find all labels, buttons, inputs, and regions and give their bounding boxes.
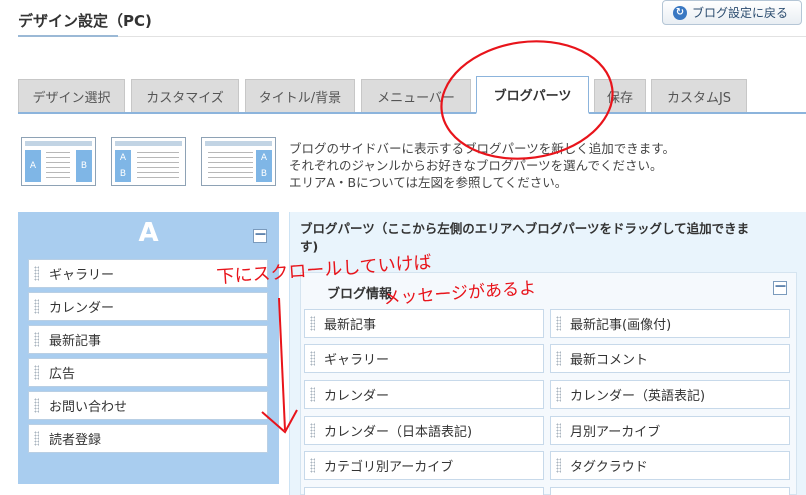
item-label: 最新コメント [570,353,649,368]
item-label: お問い合わせ [49,400,128,415]
area-a-item-ads[interactable]: 広告 [28,358,268,387]
item-label: 最新記事(画像付) [570,318,672,333]
layout-diagram-ab-sides: A B [21,137,96,186]
diagram-content-lines [46,152,70,181]
drag-handle-icon[interactable] [556,316,561,331]
area-a-item-contact[interactable]: お問い合わせ [28,391,268,420]
drag-handle-icon[interactable] [34,332,39,347]
drag-handle-icon[interactable] [34,431,39,446]
part-calendar-english[interactable]: カレンダー（英語表記) [550,380,790,409]
item-label: カレンダー [49,301,115,316]
item-label: タグクラウド [570,460,648,475]
drag-handle-icon[interactable] [556,351,561,366]
title-divider [118,36,806,37]
drag-handle-icon[interactable] [34,299,39,314]
panel-title-line: ブログパーツ（ここから左側のエリアへブログパーツをドラッグして追加できま [300,221,750,236]
red-arrow-line [278,297,286,431]
area-a-item-recent-posts[interactable]: 最新記事 [28,325,268,354]
part-recent-posts[interactable]: 最新記事 [304,309,544,338]
tab-customize[interactable]: カスタマイズ [131,79,239,112]
drag-handle-icon[interactable] [34,266,39,281]
item-label: 月別アーカイブ [570,425,661,440]
diagram-area-a: A [260,153,268,163]
tab-design-select[interactable]: デザイン選択 [18,79,125,112]
part-calendar[interactable]: カレンダー [304,380,544,409]
part-recent-comments[interactable]: 最新コメント [550,344,790,373]
drag-handle-icon[interactable] [556,387,561,402]
drag-handle-icon[interactable] [310,423,315,438]
drag-handle-icon[interactable] [310,316,315,331]
diagram-area-ab: A B [256,150,272,182]
description-line: ブログのサイドバーに表示するブログパーツを新しく追加できます。 [289,141,676,156]
area-a-panel: A － ギャラリー カレンダー 最新記事 広告 お問い合わせ 読者登録 [18,212,279,484]
diagram-area-a: A [25,150,41,182]
back-arrow-icon: ↻ [673,5,687,20]
tab-title-background[interactable]: タイトル/背景 [245,79,355,112]
drag-handle-icon[interactable] [310,351,315,366]
diagram-area-b: B [76,150,92,182]
description-line: それぞれのジャンルからお好きなブログパーツを選んでください。 [289,158,663,173]
blog-parts-panel: ブログパーツ（ここから左側のエリアへブログパーツをドラッグして追加できま す) … [289,212,806,495]
part-calendar-japanese[interactable]: カレンダー（日本語表記) [304,416,544,445]
drag-handle-icon[interactable] [34,398,39,413]
item-label: カレンダー [324,389,390,404]
part-partial-row[interactable] [304,487,544,495]
page-title: デザイン設定（PC) [18,12,152,30]
blog-parts-panel-title: ブログパーツ（ここから左側のエリアへブログパーツをドラッグして追加できま す) [300,220,790,256]
drag-handle-icon[interactable] [556,458,561,473]
settings-tabs: デザイン選択 カスタマイズ タイトル/背景 メニューバー ブログパーツ 保存 カ… [18,76,806,114]
item-label: カテゴリ別アーカイブ [324,460,454,475]
drag-handle-icon[interactable] [34,365,39,380]
blog-info-collapse-button[interactable]: － [773,281,787,295]
item-label: 広告 [49,367,76,382]
tab-save[interactable]: 保存 [594,79,646,112]
tab-underline [18,112,806,114]
item-label: ギャラリー [49,268,115,283]
area-a-item-calendar[interactable]: カレンダー [28,292,268,321]
part-tag-cloud[interactable]: タグクラウド [550,451,790,480]
area-a-item-gallery[interactable]: ギャラリー [28,259,268,288]
description-line: エリアA・Bについては左図を参照してください。 [289,175,568,190]
tab-custom-js[interactable]: カスタムJS [651,79,747,112]
back-button-label: ブログ設定に戻る [692,6,789,20]
item-label: 読者登録 [49,433,102,448]
part-monthly-archive[interactable]: 月別アーカイブ [550,416,790,445]
layout-diagram-ab-left: A B [111,137,186,186]
part-gallery[interactable]: ギャラリー [304,344,544,373]
diagram-area-b: B [119,169,127,179]
item-label: カレンダー（英語表記) [570,389,706,404]
area-a-item-subscribe[interactable]: 読者登録 [28,424,268,453]
diagram-area-ab: A B [115,150,131,182]
part-recent-posts-images[interactable]: 最新記事(画像付) [550,309,790,338]
diagram-content-lines [208,152,253,181]
layout-diagram-ab-right: A B [201,137,276,186]
title-underline [18,35,118,37]
area-a-collapse-button[interactable]: － [253,229,267,243]
item-label: 最新記事 [49,334,102,349]
drag-handle-icon[interactable] [556,423,561,438]
panel-title-line: す) [300,239,319,254]
item-label: ギャラリー [324,353,390,368]
item-label: 最新記事 [324,318,377,333]
back-to-blog-settings-button[interactable]: ↻ ブログ設定に戻る [662,0,802,25]
tab-menubar[interactable]: メニューバー [361,79,471,112]
part-category-archive[interactable]: カテゴリ別アーカイブ [304,451,544,480]
tab-blog-parts[interactable]: ブログパーツ [476,76,589,114]
area-a-title: A [138,218,159,248]
blog-info-group-title: ブログ情報 [327,287,393,302]
part-partial-row[interactable] [550,487,790,495]
drag-handle-icon[interactable] [310,458,315,473]
drag-handle-icon[interactable] [310,387,315,402]
diagram-content-lines [137,152,179,181]
diagram-area-b: B [260,169,268,179]
item-label: カレンダー（日本語表記) [324,425,473,440]
blog-info-group: ブログ情報 － 最新記事 最新記事(画像付) ギャラリー 最新コメント カレンダ… [300,272,797,495]
blog-parts-description: ブログのサイドバーに表示するブログパーツを新しく追加できます。 それぞれのジャン… [289,140,675,191]
diagram-area-a: A [119,153,127,163]
